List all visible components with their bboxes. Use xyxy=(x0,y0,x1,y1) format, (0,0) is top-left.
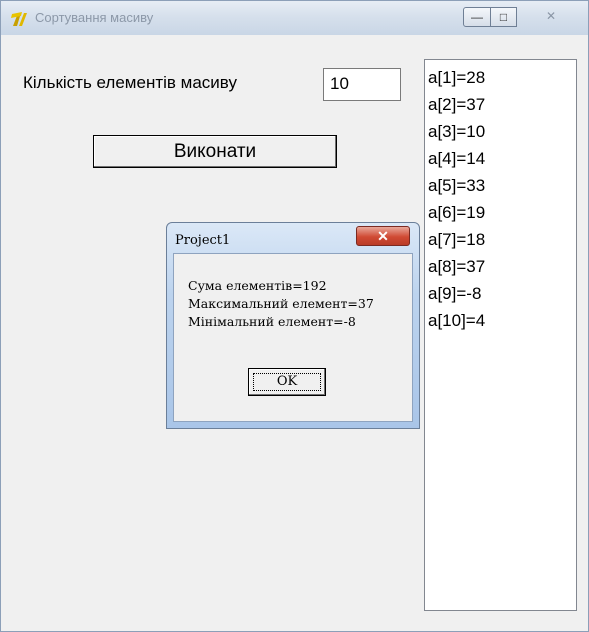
dialog-close-button[interactable]: ✕ xyxy=(356,226,410,246)
list-item[interactable]: a[3]=10 xyxy=(425,118,576,145)
close-icon: ✕ xyxy=(545,9,557,23)
window-title: Сортування масиву xyxy=(35,10,154,25)
element-count-label: Кількість елементів масиву xyxy=(23,73,237,92)
ok-label: OK xyxy=(276,374,298,389)
maximize-icon: □ xyxy=(499,10,508,24)
max-message: Максимальний елемент=37 xyxy=(188,296,374,311)
close-button[interactable]: ✕ xyxy=(516,7,586,27)
list-item[interactable]: a[5]=33 xyxy=(425,172,576,199)
window-controls: — □ ✕ xyxy=(463,7,587,29)
list-item[interactable]: a[7]=18 xyxy=(425,226,576,253)
title-bar[interactable]: Сортування масиву — □ ✕ xyxy=(1,1,588,35)
minimize-button[interactable]: — xyxy=(463,7,491,27)
delphi-app-icon xyxy=(11,12,27,26)
list-item[interactable]: a[10]=4 xyxy=(425,307,576,334)
array-listbox[interactable]: a[1]=28 a[2]=37 a[3]=10 a[4]=14 a[5]=33 … xyxy=(424,59,577,611)
close-icon: ✕ xyxy=(377,228,389,244)
sum-message: Сума елементів=192 xyxy=(188,278,327,293)
element-count-input[interactable]: 10 xyxy=(323,68,401,101)
list-item[interactable]: a[4]=14 xyxy=(425,145,576,172)
dialog-title: Project1 xyxy=(175,233,231,248)
list-item[interactable]: a[2]=37 xyxy=(425,91,576,118)
list-item[interactable]: a[1]=28 xyxy=(425,64,576,91)
list-item[interactable]: a[9]=-8 xyxy=(425,280,576,307)
dialog-body: Сума елементів=192 Максимальний елемент=… xyxy=(173,253,413,422)
min-message: Мінімальний елемент=-8 xyxy=(188,314,356,329)
list-item[interactable]: a[6]=19 xyxy=(425,199,576,226)
ok-button[interactable]: OK xyxy=(248,368,326,396)
minimize-icon: — xyxy=(471,10,483,24)
execute-button[interactable]: Виконати xyxy=(93,135,337,168)
maximize-button[interactable]: □ xyxy=(490,7,517,27)
message-dialog: Project1 ✕ Сума елементів=192 Максимальн… xyxy=(166,222,420,429)
list-item[interactable]: a[8]=37 xyxy=(425,253,576,280)
